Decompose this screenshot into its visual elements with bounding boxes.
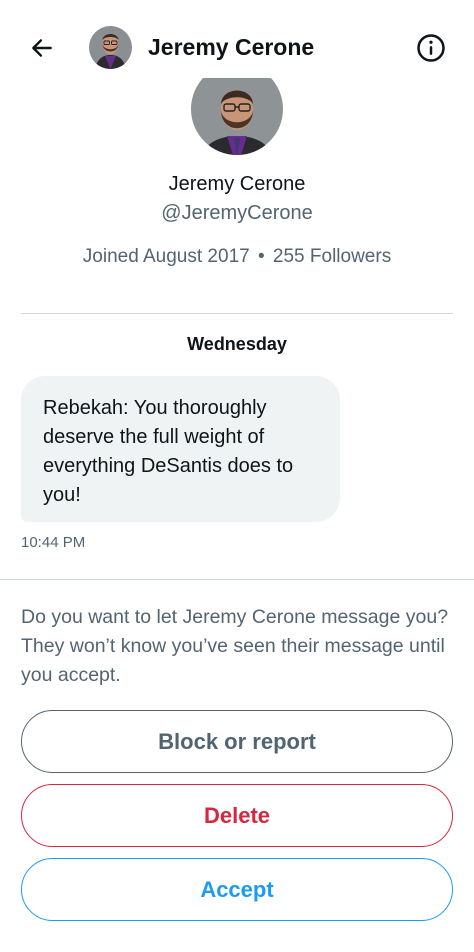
back-button[interactable] <box>24 30 60 66</box>
block-or-report-button[interactable]: Block or report <box>21 710 453 773</box>
accept-button[interactable]: Accept <box>21 858 453 921</box>
delete-button[interactable]: Delete <box>21 784 453 847</box>
profile-name[interactable]: Jeremy Cerone <box>0 173 474 196</box>
profile-avatar[interactable] <box>190 78 284 166</box>
header-title[interactable]: Jeremy Cerone <box>148 34 314 61</box>
info-button[interactable] <box>414 31 448 65</box>
profile-avatar-image <box>191 78 283 155</box>
joined-date: Joined August 2017 <box>82 246 250 267</box>
divider <box>0 579 474 580</box>
message-timestamp: 10:44 PM <box>21 534 86 551</box>
header-avatar[interactable] <box>89 26 132 69</box>
meta-separator: • <box>257 246 265 267</box>
message-request-prompt: Do you want to let Jeremy Cerone message… <box>21 606 449 686</box>
profile-handle[interactable]: @JeremyCerone <box>0 202 474 225</box>
profile-meta: Joined August 2017 • 255 Followers <box>0 246 474 268</box>
info-circle-icon <box>417 34 445 62</box>
message-bubble[interactable]: Rebekah: You thoroughly deserve the full… <box>21 376 340 522</box>
day-separator: Wednesday <box>187 334 287 354</box>
arrow-left-icon <box>32 39 52 57</box>
avatar-image <box>89 26 132 69</box>
divider <box>21 313 453 314</box>
followers-count[interactable]: 255 Followers <box>273 246 391 267</box>
